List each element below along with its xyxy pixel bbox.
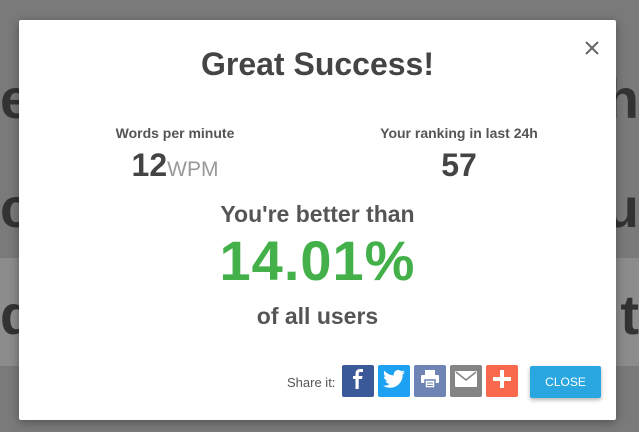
facebook-share-button[interactable] [342,365,374,397]
background-text-fragment: t [620,283,639,346]
ranking-value: 57 [441,147,477,183]
email-icon [455,370,477,392]
print-share-button[interactable] [414,365,446,397]
percentile-value: 14.01% [219,229,416,292]
twitter-icon [383,369,405,393]
wpm-stat: Words per minute 12WPM [105,125,245,184]
wpm-value-row: 12WPM [105,147,245,184]
results-modal: Great Success! Words per minute 12WPM Yo… [19,20,616,420]
close-button[interactable]: CLOSE [530,366,601,398]
better-than-text: You're better than [220,201,415,227]
facebook-icon [349,368,367,394]
wpm-unit: WPM [167,158,219,181]
more-share-button[interactable] [486,365,518,397]
add-more-icon [493,369,511,393]
ranking-label: Your ranking in last 24h [380,125,538,141]
wpm-value: 12 [131,147,168,183]
wpm-label: Words per minute [115,125,235,141]
share-label: Share it: [287,375,336,390]
email-share-button[interactable] [450,365,482,397]
print-icon [420,369,440,393]
twitter-share-button[interactable] [378,365,410,397]
of-all-users-text: of all users [256,303,379,329]
ranking-stat: Your ranking in last 24h 57 [369,125,549,184]
modal-title: Great Success! [200,46,434,82]
